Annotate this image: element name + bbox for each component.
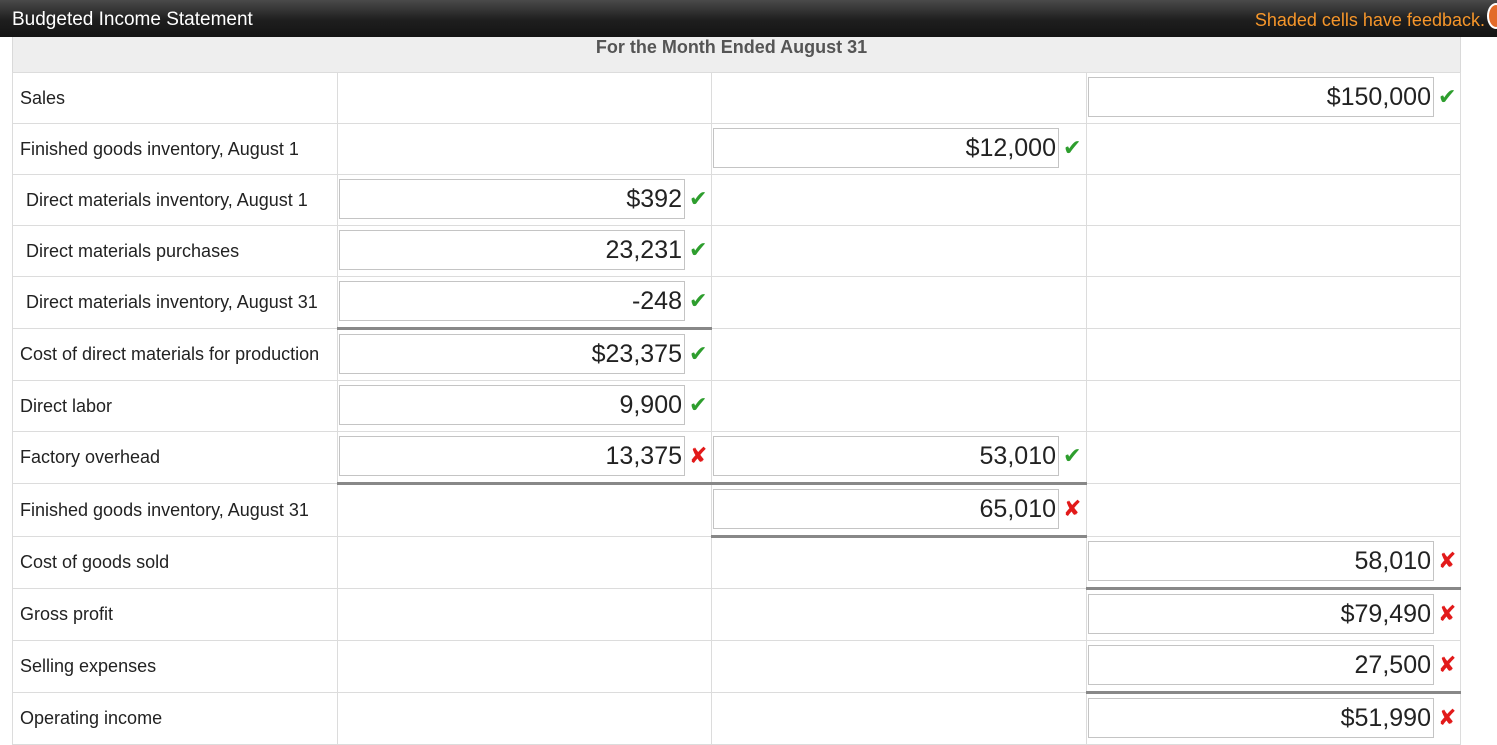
total-manufacturing-input[interactable]: 53,010 [713, 436, 1059, 476]
row-label: Finished goods inventory, August 1 [12, 123, 338, 175]
cross-icon: ✘ [689, 443, 708, 468]
table-row: Direct materials inventory, August 1 $39… [12, 174, 1461, 226]
operating-income-input[interactable]: $51,990 [1088, 698, 1434, 738]
table-row: Finished goods inventory, August 1 $12,0… [12, 123, 1461, 175]
period-heading: For the Month Ended August 31 [595, 37, 868, 57]
row-label: Factory overhead [12, 431, 338, 484]
direct-labor-input[interactable]: 9,900 [339, 385, 685, 425]
row-label: Selling expenses [12, 640, 338, 693]
row-label: Operating income [12, 692, 338, 745]
table-row: Selling expenses 27,500 ✘ [12, 640, 1461, 693]
title-bar: Budgeted Income Statement Shaded cells h… [0, 0, 1497, 37]
check-icon: ✔ [689, 392, 708, 417]
cross-icon: ✘ [1438, 705, 1457, 730]
row-label: Sales [12, 72, 338, 124]
row-label: Direct materials purchases [12, 225, 338, 277]
table-row: Direct materials inventory, August 31 -2… [12, 276, 1461, 329]
statement-title: Budgeted Income Statement [12, 9, 253, 30]
check-icon: ✔ [689, 341, 708, 366]
table-row: Factory overhead 13,375 ✘ 53,010 ✔ [12, 431, 1461, 484]
check-icon: ✔ [689, 288, 708, 313]
table-row: Direct materials purchases 23,231 ✔ [12, 225, 1461, 277]
dm-inventory-aug1-input[interactable]: $392 [339, 179, 685, 219]
table-row: Gross profit $79,490 ✘ [12, 587, 1461, 641]
goods-available-input[interactable]: 65,010 [713, 489, 1059, 529]
cross-icon: ✘ [1438, 652, 1457, 677]
row-label: Direct materials inventory, August 31 [12, 276, 338, 329]
row-label: Direct labor [12, 380, 338, 432]
row-label: Cost of direct materials for production [12, 328, 338, 381]
feedback-note: Shaded cells have feedback. [1254, 10, 1485, 30]
statement-subheader: For the Month Ended August 31 [12, 37, 1461, 72]
table-row: Operating income $51,990 ✘ [12, 691, 1461, 745]
selling-expenses-input[interactable]: 27,500 [1088, 645, 1434, 685]
check-icon: ✔ [689, 186, 708, 211]
dm-inventory-aug31-input[interactable]: -248 [339, 281, 685, 321]
fg-inventory-aug1-input[interactable]: $12,000 [713, 128, 1059, 168]
cross-icon: ✘ [1063, 496, 1082, 521]
check-icon: ✔ [1063, 443, 1082, 468]
row-label: Direct materials inventory, August 1 [12, 174, 338, 226]
cross-icon: ✘ [1438, 548, 1457, 573]
row-label: Cost of goods sold [12, 536, 338, 589]
income-statement-table: Sales $150,000 ✔ Finished goods inventor… [12, 72, 1461, 745]
factory-overhead-input[interactable]: 13,375 [339, 436, 685, 476]
table-row: Finished goods inventory, August 31 65,0… [12, 482, 1461, 537]
check-icon: ✔ [689, 237, 708, 262]
gross-profit-input[interactable]: $79,490 [1088, 594, 1434, 634]
cross-icon: ✘ [1438, 601, 1457, 626]
cogs-input[interactable]: 58,010 [1088, 541, 1434, 581]
row-label: Gross profit [12, 588, 338, 641]
row-label: Finished goods inventory, August 31 [12, 483, 338, 537]
check-icon: ✔ [1063, 135, 1082, 160]
table-row: Sales $150,000 ✔ [12, 72, 1461, 124]
feedback-indicator-icon [1487, 3, 1497, 29]
table-row: Cost of goods sold 58,010 ✘ [12, 535, 1461, 589]
sales-input[interactable]: $150,000 [1088, 77, 1434, 117]
dm-purchases-input[interactable]: 23,231 [339, 230, 685, 270]
table-row: Cost of direct materials for production … [12, 327, 1461, 381]
check-icon: ✔ [1438, 84, 1457, 109]
dm-cost-input[interactable]: $23,375 [339, 334, 685, 374]
table-row: Direct labor 9,900 ✔ [12, 380, 1461, 432]
